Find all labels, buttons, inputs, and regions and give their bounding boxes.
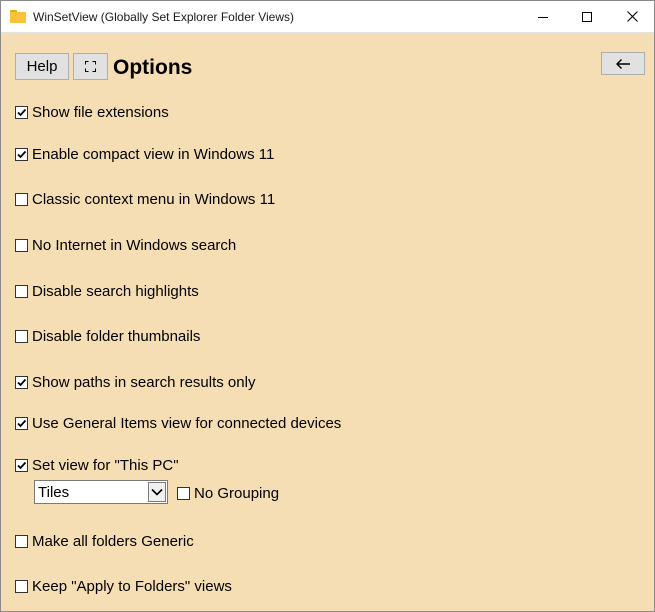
option-label: Show paths in search results only [32,373,256,391]
option-disable-folder-thumbnails[interactable]: Disable folder thumbnails [15,326,200,346]
checkbox[interactable] [15,147,28,161]
checkmark-icon [17,461,27,469]
maximize-button[interactable] [564,1,610,32]
option-disable-search-highlights[interactable]: Disable search highlights [15,281,199,301]
option-label: Use General Items view for connected dev… [32,414,342,432]
option-make-folders-generic[interactable]: Make all folders Generic [15,531,194,551]
checkbox[interactable] [177,486,190,500]
checkbox[interactable] [15,534,28,548]
option-label: Make all folders Generic [32,532,194,550]
option-label: Disable search highlights [32,282,199,300]
option-label: No Internet in Windows search [32,236,237,254]
checkbox[interactable] [15,284,28,298]
checkbox[interactable] [15,579,28,593]
option-label: Keep "Apply to Folders" views [32,577,232,595]
arrow-left-icon [616,58,630,69]
option-classic-context-menu[interactable]: Classic context menu in Windows 11 [15,189,275,209]
folder-icon [10,10,26,23]
checkmark-icon [17,108,27,116]
dropdown-arrow[interactable] [148,482,166,502]
fullscreen-icon [85,61,96,72]
page-title: Options [113,56,193,79]
minimize-button[interactable] [520,1,566,32]
close-icon [626,11,638,22]
option-no-internet-search[interactable]: No Internet in Windows search [15,235,236,255]
fullscreen-button[interactable] [73,53,108,80]
checkbox[interactable] [15,416,28,430]
checkbox[interactable] [15,329,28,343]
checkmark-icon [17,378,27,386]
maximize-icon [582,11,592,22]
title-bar[interactable]: WinSetView (Globally Set Explorer Folder… [1,1,654,33]
chevron-down-icon [151,488,163,496]
minimize-icon [538,16,548,18]
window-title: WinSetView (Globally Set Explorer Folder… [33,9,294,24]
checkbox[interactable] [15,238,28,252]
option-label: Classic context menu in Windows 11 [32,190,276,208]
this-pc-view-select[interactable]: Tiles [34,480,168,504]
options-panel: Help Options Show file extensions Enable… [1,33,654,611]
select-value: Tiles [38,483,70,501]
checkbox[interactable] [15,192,28,206]
option-label: Disable folder thumbnails [32,327,201,345]
close-button[interactable] [609,1,655,32]
option-general-items-view[interactable]: Use General Items view for connected dev… [15,413,341,433]
option-label: Enable compact view in Windows 11 [32,145,275,163]
option-compact-view[interactable]: Enable compact view in Windows 11 [15,144,274,164]
option-set-view-this-pc[interactable]: Set view for "This PC" [15,455,179,475]
help-button[interactable]: Help [15,53,69,80]
option-show-file-extensions[interactable]: Show file extensions [15,102,169,122]
checkmark-icon [17,150,27,158]
option-label: No Grouping [194,484,280,502]
option-no-grouping[interactable]: No Grouping [177,483,279,503]
back-button[interactable] [601,52,645,75]
checkmark-icon [17,419,27,427]
app-window: WinSetView (Globally Set Explorer Folder… [0,0,655,612]
option-keep-apply-to-folders[interactable]: Keep "Apply to Folders" views [15,576,232,596]
checkbox[interactable] [15,458,28,472]
option-label: Show file extensions [32,103,169,121]
checkbox[interactable] [15,105,28,119]
option-show-paths-search[interactable]: Show paths in search results only [15,372,255,392]
option-label: Set view for "This PC" [32,456,179,474]
checkbox[interactable] [15,375,28,389]
